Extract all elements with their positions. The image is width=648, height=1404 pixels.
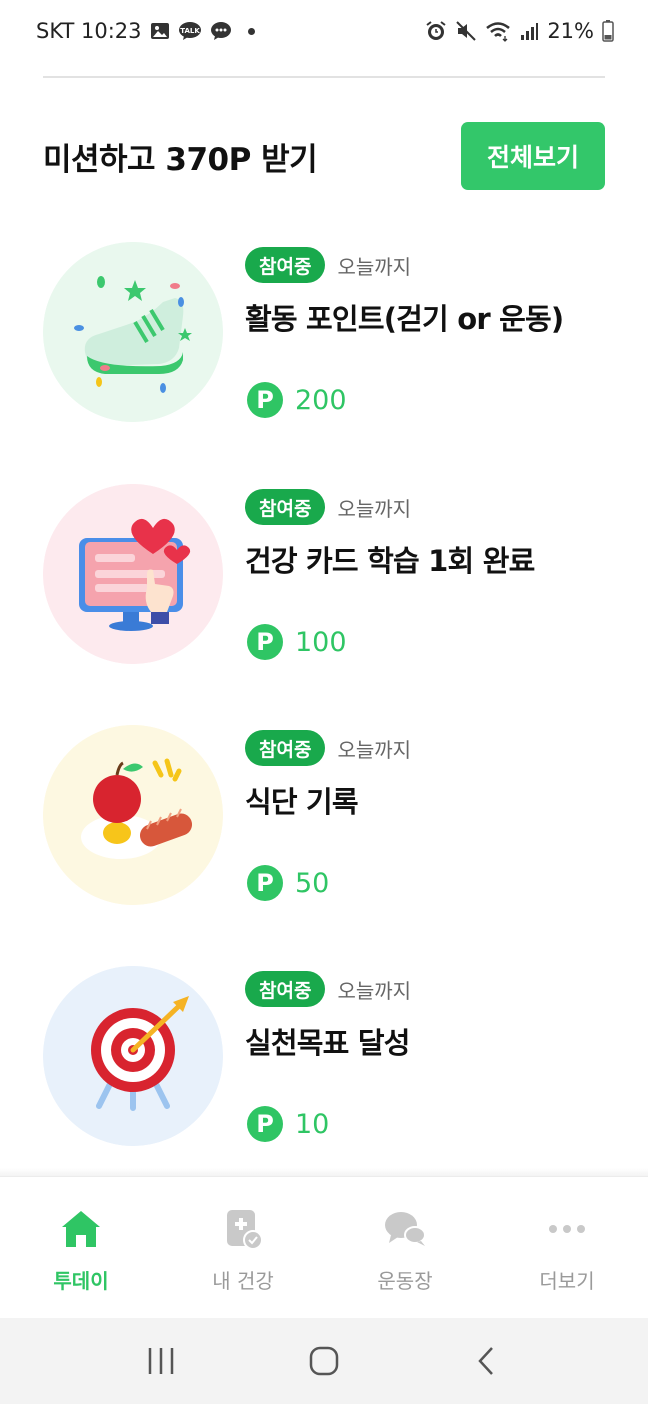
section-title: 미션하고 370P 받기 [43, 141, 318, 178]
system-nav-bar [0, 1318, 648, 1404]
points-value: 100 [295, 626, 347, 658]
kakaotalk-icon: TALK [178, 21, 202, 41]
mission-title: 건강 카드 학습 1회 완료 [245, 544, 535, 578]
status-badge: 참여중 [245, 730, 326, 766]
signal-icon [519, 21, 539, 41]
status-right: 21% [425, 19, 614, 43]
status-left: SKT 10:23 TALK [36, 19, 255, 43]
mission-item[interactable]: 참여중 오늘까지 식단 기록 P 50 [43, 725, 605, 905]
nav-label: 운동장 [377, 1269, 433, 1293]
mission-title: 활동 포인트(걷기 or 운동) [245, 302, 564, 336]
mission-thumbnail [43, 725, 223, 905]
svg-text:TALK: TALK [180, 27, 200, 35]
badge-row: 참여중 오늘까지 [245, 729, 605, 767]
mission-title: 식단 기록 [245, 785, 359, 819]
mission-thumbnail [43, 242, 223, 422]
home-button-icon[interactable] [294, 1331, 354, 1391]
nav-item-my-health[interactable]: 내 건강 [162, 1177, 324, 1318]
more-icon [545, 1207, 589, 1251]
battery-icon [602, 20, 614, 42]
monitor-heart-icon [43, 484, 223, 664]
point-coin-icon: P [247, 865, 283, 901]
nav-item-playground[interactable]: 운동장 [324, 1177, 486, 1318]
points-row: P 200 [247, 382, 347, 418]
status-badge: 참여중 [245, 971, 326, 1007]
status-bar: SKT 10:23 TALK 21% [0, 0, 648, 62]
point-coin-icon: P [247, 382, 283, 418]
points-row: P 50 [247, 865, 329, 901]
mission-item[interactable]: 참여중 오늘까지 실천목표 달성 P 10 [43, 966, 605, 1146]
status-badge: 참여중 [245, 247, 326, 283]
sneaker-icon [43, 242, 223, 422]
mission-thumbnail [43, 484, 223, 664]
target-icon [43, 966, 223, 1146]
badge-row: 참여중 오늘까지 [245, 970, 605, 1008]
deadline-label: 오늘까지 [337, 737, 412, 762]
alarm-icon [425, 20, 447, 42]
wifi-icon [485, 20, 511, 42]
deadline-label: 오늘까지 [337, 496, 412, 521]
mission-thumbnail [43, 966, 223, 1146]
mission-item[interactable]: 참여중 오늘까지 활동 포인트(걷기 or 운동) P 200 [43, 242, 605, 422]
home-icon [59, 1207, 103, 1251]
point-coin-icon: P [247, 1106, 283, 1142]
points-row: P 10 [247, 1106, 329, 1142]
mission-section-header: 미션하고 370P 받기 전체보기 [43, 122, 605, 190]
battery-percent: 21% [547, 19, 594, 43]
status-badge: 참여중 [245, 489, 326, 525]
deadline-label: 오늘까지 [337, 978, 412, 1003]
back-icon[interactable] [457, 1331, 517, 1391]
recent-apps-icon[interactable] [131, 1331, 191, 1391]
carrier-time: SKT 10:23 [36, 19, 142, 43]
nav-label: 투데이 [53, 1269, 109, 1293]
meal-icon [43, 725, 223, 905]
mission-title: 실천목표 달성 [245, 1026, 410, 1060]
deadline-label: 오늘까지 [337, 254, 412, 279]
mission-item[interactable]: 참여중 오늘까지 건강 카드 학습 1회 완료 P 100 [43, 484, 605, 664]
badge-row: 참여중 오늘까지 [245, 488, 605, 526]
gallery-icon [150, 22, 170, 40]
nav-label: 더보기 [539, 1269, 595, 1293]
top-divider [43, 76, 605, 78]
chat-bubbles-icon [383, 1207, 427, 1251]
mute-icon [455, 20, 477, 42]
points-row: P 100 [247, 624, 347, 660]
notification-dot [247, 27, 255, 35]
badge-row: 참여중 오늘까지 [245, 246, 605, 284]
nav-item-today[interactable]: 투데이 [0, 1177, 162, 1318]
points-value: 200 [295, 384, 347, 416]
bottom-nav: 투데이 내 건강 운동장 더보기 [0, 1176, 648, 1318]
points-value: 10 [295, 1108, 330, 1140]
nav-item-more[interactable]: 더보기 [486, 1177, 648, 1318]
point-coin-icon: P [247, 624, 283, 660]
view-all-button[interactable]: 전체보기 [461, 122, 605, 190]
points-value: 50 [295, 867, 330, 899]
nav-label: 내 건강 [212, 1269, 274, 1293]
app-screen: SKT 10:23 TALK 21% 미션하고 370P 받기 전체보기 참여중… [0, 0, 648, 1404]
health-card-icon [221, 1207, 265, 1251]
chat-icon [210, 21, 232, 41]
